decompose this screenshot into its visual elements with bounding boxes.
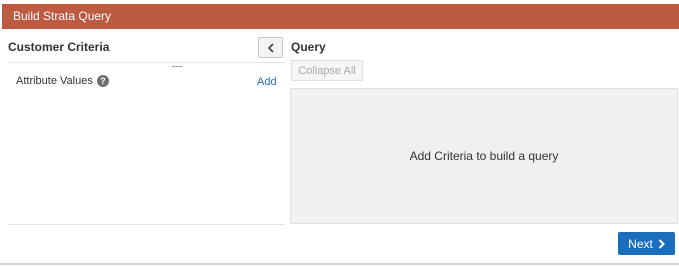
chevron-left-icon (267, 42, 274, 53)
drag-handle[interactable] (172, 66, 182, 67)
left-header-divider (8, 62, 285, 63)
dialog-title: Build Strata Query (2, 4, 679, 29)
collapse-all-button[interactable]: Collapse All (291, 60, 363, 81)
help-icon[interactable]: ? (96, 75, 109, 87)
attribute-values-row: Attribute Values ? (16, 75, 109, 87)
query-empty-message: Add Criteria to build a query (409, 149, 559, 163)
add-attribute-link[interactable]: Add (257, 76, 277, 88)
attribute-values-label: Attribute Values (16, 75, 93, 87)
query-canvas[interactable]: Add Criteria to build a query (290, 88, 678, 224)
next-button[interactable]: Next (618, 232, 675, 255)
next-label: Next (628, 236, 653, 251)
customer-criteria-header: Customer Criteria (8, 40, 110, 54)
chevron-right-icon (658, 238, 665, 249)
build-strata-query-dialog: Build Strata Query Customer Criteria Att… (0, 0, 679, 266)
collapse-panel-button[interactable] (258, 37, 283, 58)
query-header: Query (291, 40, 326, 54)
dialog-bottom-border (0, 263, 679, 265)
left-panel-bottom-divider (8, 224, 285, 225)
